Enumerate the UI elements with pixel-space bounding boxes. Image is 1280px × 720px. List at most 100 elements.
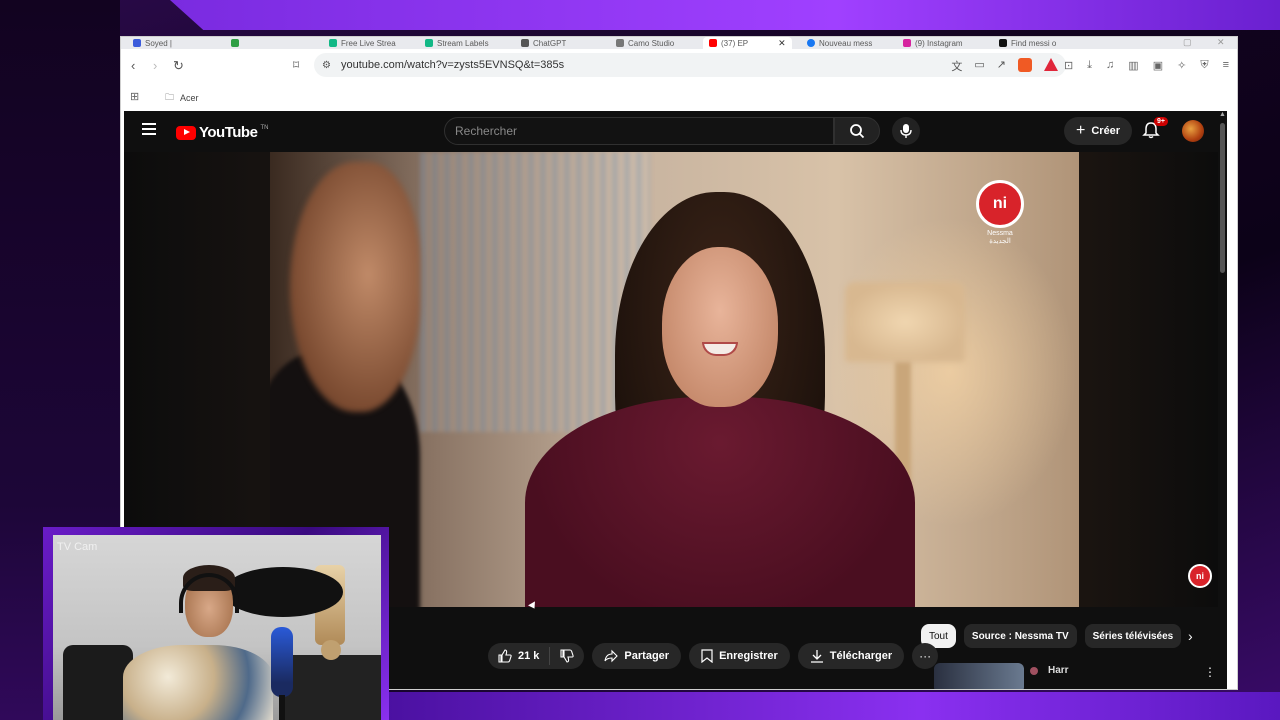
thumbs-down-icon bbox=[560, 649, 575, 663]
tab-5[interactable]: Camo Studio bbox=[616, 37, 674, 49]
tab-favicon-icon bbox=[133, 39, 141, 47]
tab-label: (9) Instagram bbox=[915, 38, 963, 48]
recommendation-menu-icon[interactable]: ⋮ bbox=[1204, 665, 1216, 679]
channel-watermark-icon[interactable]: ni bbox=[1188, 564, 1212, 588]
tab-9[interactable]: Find messi o bbox=[999, 37, 1056, 49]
download-icon[interactable]: ⤓ bbox=[1087, 59, 1092, 72]
video-woman-face bbox=[662, 247, 778, 407]
video-frame-image: ni Nessma الجديدة bbox=[270, 152, 1079, 607]
navigation-bar: ‹ › ↻ ⌑ ⚙ youtube.com/watch?v=zysts5EVNS… bbox=[121, 49, 1237, 83]
close-tab-icon[interactable]: ✕ bbox=[778, 38, 786, 49]
download-label: Télécharger bbox=[829, 650, 893, 662]
brave-shields-icon[interactable] bbox=[1018, 58, 1032, 72]
tab-label: Stream Labels bbox=[437, 38, 489, 48]
hamburger-menu-icon[interactable] bbox=[142, 123, 156, 138]
cast-icon[interactable]: ▭ bbox=[974, 58, 984, 74]
voice-search-button[interactable] bbox=[892, 117, 920, 145]
tab-2[interactable]: Free Live Strea bbox=[329, 37, 396, 49]
thumbs-up-icon bbox=[498, 649, 512, 663]
youtube-logo[interactable]: YouTube TN bbox=[176, 124, 268, 141]
page-scrollbar[interactable]: ▲ bbox=[1218, 111, 1227, 689]
tab-favicon-icon bbox=[329, 39, 337, 47]
back-icon[interactable]: ‹ bbox=[131, 58, 135, 73]
search-button[interactable] bbox=[834, 117, 880, 145]
tab-favicon-icon bbox=[521, 39, 529, 47]
site-settings-icon[interactable]: ⚙ bbox=[322, 60, 331, 71]
save-label: Enregistrer bbox=[719, 650, 778, 662]
restore-window-icon[interactable]: ▢ bbox=[1183, 37, 1192, 48]
tab-label: Find messi o bbox=[1011, 38, 1057, 48]
brave-rewards-icon[interactable] bbox=[1044, 58, 1058, 71]
address-actions: 文 ▭ ↗ bbox=[951, 58, 1058, 74]
youtube-play-icon bbox=[176, 125, 196, 140]
search-box bbox=[444, 117, 834, 145]
video-lamp bbox=[845, 282, 965, 362]
bookmarks-bar: ⊞ 🗀 Acer bbox=[121, 83, 1237, 109]
tab-label: Soyed | bbox=[145, 38, 172, 48]
menu-icon[interactable]: ≡ bbox=[1223, 59, 1229, 72]
video-action-buttons: 21 k Partager Enregistrer Télécharger ··… bbox=[488, 643, 939, 669]
tab-8[interactable]: (9) Instagram bbox=[903, 37, 963, 49]
tab-3[interactable]: Stream Labels bbox=[425, 37, 489, 49]
music-icon[interactable]: ♫ bbox=[1106, 59, 1114, 72]
screenshot-icon[interactable]: ⊡ bbox=[1064, 59, 1073, 72]
apps-grid-icon[interactable]: ⊞ bbox=[130, 90, 139, 103]
tab-favicon-icon bbox=[999, 39, 1007, 47]
recommendation-chips: Tout Source : Nessma TV Séries télévisée… bbox=[921, 624, 1182, 648]
microphone-icon bbox=[900, 124, 912, 138]
overlay-bottom-stripe bbox=[380, 692, 1280, 720]
webcam-feed: TV Cam bbox=[53, 535, 381, 720]
youtube-country-code: TN bbox=[260, 124, 269, 131]
dislike-button[interactable] bbox=[550, 649, 584, 663]
tab-favicon-icon bbox=[616, 39, 624, 47]
tab-1[interactable] bbox=[231, 37, 243, 49]
webcam-ring-light bbox=[223, 567, 343, 617]
like-button[interactable]: 21 k bbox=[488, 647, 551, 665]
close-window-icon[interactable]: ✕ bbox=[1217, 37, 1225, 48]
share-button[interactable]: Partager bbox=[592, 643, 682, 669]
scroll-up-icon[interactable]: ▲ bbox=[1219, 111, 1226, 118]
bookmark-folder-acer[interactable]: 🗀 Acer bbox=[165, 90, 199, 106]
recommendation-thumbnail[interactable] bbox=[934, 663, 1024, 689]
plus-icon: + bbox=[1076, 122, 1086, 139]
save-bookmark-icon bbox=[701, 649, 713, 663]
translate-icon[interactable]: 文 bbox=[951, 58, 962, 74]
recommendation-channel-avatar bbox=[1030, 667, 1038, 675]
bookmark-icon[interactable]: ⌑ bbox=[293, 58, 299, 72]
notifications-badge: 9+ bbox=[1154, 117, 1168, 126]
tab-0[interactable]: Soyed | bbox=[133, 37, 172, 49]
create-button[interactable]: + Créer bbox=[1064, 117, 1133, 145]
folder-icon: 🗀 bbox=[165, 92, 175, 102]
like-dislike-group: 21 k bbox=[488, 643, 585, 669]
tab-label: (37) EP bbox=[721, 38, 749, 48]
vpn-icon[interactable]: ⛨ bbox=[1200, 59, 1208, 72]
forward-icon[interactable]: › bbox=[153, 58, 157, 73]
reload-icon[interactable]: ↻ bbox=[173, 58, 184, 74]
webcam-shelf bbox=[283, 655, 381, 720]
nessma-logo: ni bbox=[976, 180, 1024, 228]
tab-favicon-icon bbox=[903, 39, 911, 47]
user-avatar[interactable] bbox=[1182, 120, 1204, 142]
sidebar-icon[interactable]: ▥ bbox=[1128, 59, 1138, 72]
video-woman-sweater bbox=[525, 397, 915, 607]
bookmark-folder-label: Acer bbox=[180, 93, 199, 103]
chip-source-nessma[interactable]: Source : Nessma TV bbox=[963, 624, 1077, 648]
wallet-icon[interactable]: ▣ bbox=[1153, 59, 1163, 72]
overlay-top-stripe bbox=[170, 0, 1280, 30]
nessma-logo-text: Nessma الجديدة bbox=[987, 230, 1013, 245]
address-bar[interactable]: ⚙ youtube.com/watch?v=zysts5EVNSQ&t=385s… bbox=[314, 53, 1066, 77]
tab-active-youtube[interactable]: (37) EP ✕ bbox=[703, 37, 792, 49]
save-button[interactable]: Enregistrer bbox=[689, 643, 790, 669]
tab-4[interactable]: ChatGPT bbox=[521, 37, 566, 49]
download-button[interactable]: Télécharger bbox=[797, 643, 905, 669]
chip-tv-series[interactable]: Séries télévisées bbox=[1084, 624, 1182, 648]
scrollbar-thumb[interactable] bbox=[1220, 123, 1225, 273]
url-text: youtube.com/watch?v=zysts5EVNSQ&t=385s bbox=[340, 59, 565, 71]
recommendation-title[interactable]: Harr bbox=[1048, 665, 1069, 676]
search-input[interactable] bbox=[455, 124, 815, 138]
leo-ai-icon[interactable]: ✧ bbox=[1177, 59, 1186, 72]
share-page-icon[interactable]: ↗ bbox=[997, 58, 1006, 74]
tab-7[interactable]: Nouveau mess bbox=[807, 37, 872, 49]
chevron-right-icon[interactable]: › bbox=[1188, 628, 1193, 644]
tab-label: Nouveau mess bbox=[819, 38, 873, 48]
